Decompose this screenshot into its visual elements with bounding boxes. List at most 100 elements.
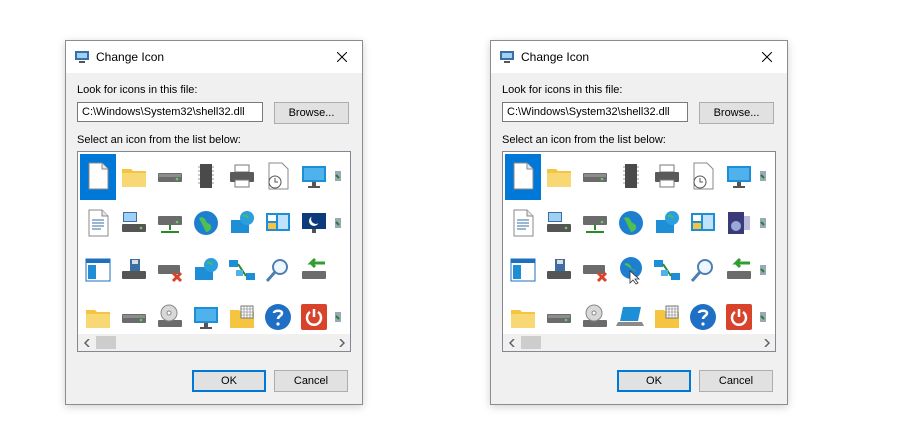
window-icon: [510, 258, 536, 282]
icon-cell[interactable]: [260, 154, 296, 200]
look-for-label: Look for icons in this file:: [502, 84, 623, 96]
partial-icon: [760, 265, 766, 275]
close-icon: [762, 52, 772, 62]
scroll-left-button[interactable]: [503, 334, 520, 351]
network-drive-icon: [158, 216, 182, 233]
icon-list[interactable]: [502, 151, 776, 352]
globe-cursor-icon: [620, 257, 642, 285]
icon-cell[interactable]: [80, 248, 116, 294]
printer-icon: [655, 164, 679, 188]
icon-cell[interactable]: [224, 201, 260, 247]
icon-cell[interactable]: [505, 154, 541, 200]
app-icon: [74, 50, 90, 64]
scroll-right-button[interactable]: [758, 334, 775, 351]
icon-cell[interactable]: [224, 248, 260, 294]
icon-cell[interactable]: [577, 154, 613, 200]
scroll-thumb[interactable]: [96, 336, 116, 349]
icon-cell[interactable]: [685, 201, 721, 247]
move-drive-icon: [727, 257, 751, 279]
network-globe-icon: [195, 258, 218, 280]
browse-button[interactable]: Browse...: [699, 102, 774, 124]
icon-cell[interactable]: [757, 154, 775, 200]
scroll-left-button[interactable]: [78, 334, 95, 351]
partial-icon: [760, 171, 766, 181]
text-document-icon: [513, 209, 534, 237]
browse-button[interactable]: Browse...: [274, 102, 349, 124]
icon-cell[interactable]: [685, 154, 721, 200]
cancel-button[interactable]: Cancel: [274, 370, 348, 392]
icon-cell[interactable]: [260, 248, 296, 294]
ok-button[interactable]: OK: [192, 370, 266, 392]
icon-cell[interactable]: [757, 248, 775, 294]
icon-cell[interactable]: [116, 201, 152, 247]
look-for-label: Look for icons in this file:: [77, 84, 198, 96]
window-icon: [85, 258, 111, 282]
icon-cell[interactable]: [260, 201, 296, 247]
icon-cell[interactable]: [188, 154, 224, 200]
icon-cell[interactable]: [296, 154, 332, 200]
icon-cell[interactable]: [649, 154, 685, 200]
icon-cell[interactable]: [541, 248, 577, 294]
ok-button[interactable]: OK: [617, 370, 691, 392]
folder-grid-icon: [655, 305, 679, 328]
document-clock-icon: [693, 162, 714, 190]
icon-cell[interactable]: [80, 201, 116, 247]
icon-cell[interactable]: [577, 201, 613, 247]
chevron-left-icon: [83, 338, 90, 347]
dialog-title: Change Icon: [96, 50, 165, 64]
scroll-right-button[interactable]: [333, 334, 350, 351]
folder-icon: [86, 310, 110, 328]
cancel-button[interactable]: Cancel: [699, 370, 773, 392]
icon-cell[interactable]: [541, 154, 577, 200]
icon-cell[interactable]: [116, 248, 152, 294]
speaker-icon: [728, 212, 750, 234]
icon-cell[interactable]: [332, 154, 350, 200]
icon-cell[interactable]: [152, 201, 188, 247]
icon-cell[interactable]: [505, 248, 541, 294]
icon-cell[interactable]: [613, 201, 649, 247]
memory-chip-icon: [623, 164, 639, 188]
icon-cell[interactable]: [649, 201, 685, 247]
search-icon: [690, 259, 713, 282]
scroll-thumb[interactable]: [521, 336, 541, 349]
close-button[interactable]: [322, 41, 362, 73]
folder-icon: [511, 310, 535, 328]
chevron-right-icon: [338, 338, 345, 347]
globe-icon: [194, 211, 218, 235]
icon-cell[interactable]: [721, 201, 757, 247]
icon-cell[interactable]: [685, 248, 721, 294]
icon-cell[interactable]: [296, 248, 332, 294]
icon-cell[interactable]: [721, 154, 757, 200]
app-icon: [499, 50, 515, 64]
icon-cell[interactable]: [541, 201, 577, 247]
icon-cell[interactable]: [577, 248, 613, 294]
partial-icon: [760, 312, 766, 322]
icon-list[interactable]: [77, 151, 351, 352]
document-clock-icon: [268, 162, 289, 190]
monitor-icon: [727, 166, 751, 188]
icon-cell[interactable]: [188, 248, 224, 294]
icon-cell[interactable]: [116, 154, 152, 200]
search-icon: [265, 259, 288, 282]
icon-cell[interactable]: [296, 201, 332, 247]
icon-cell[interactable]: [80, 154, 116, 200]
laptop-icon: [616, 307, 644, 326]
network-icon: [654, 260, 680, 280]
file-path-input[interactable]: [77, 102, 263, 122]
icon-cell[interactable]: [613, 154, 649, 200]
file-path-input[interactable]: [502, 102, 688, 122]
icon-cell[interactable]: [757, 201, 775, 247]
icon-cell[interactable]: [505, 201, 541, 247]
close-button[interactable]: [747, 41, 787, 73]
horizontal-scrollbar[interactable]: [503, 334, 775, 351]
icon-cell[interactable]: [721, 248, 757, 294]
horizontal-scrollbar[interactable]: [78, 334, 350, 351]
icon-cell[interactable]: [224, 154, 260, 200]
icon-cell[interactable]: [613, 248, 649, 294]
icon-cell[interactable]: [152, 154, 188, 200]
icon-cell[interactable]: [188, 201, 224, 247]
icon-cell[interactable]: [152, 248, 188, 294]
icon-cell[interactable]: [649, 248, 685, 294]
globe-icon: [619, 211, 643, 235]
icon-cell[interactable]: [332, 201, 350, 247]
